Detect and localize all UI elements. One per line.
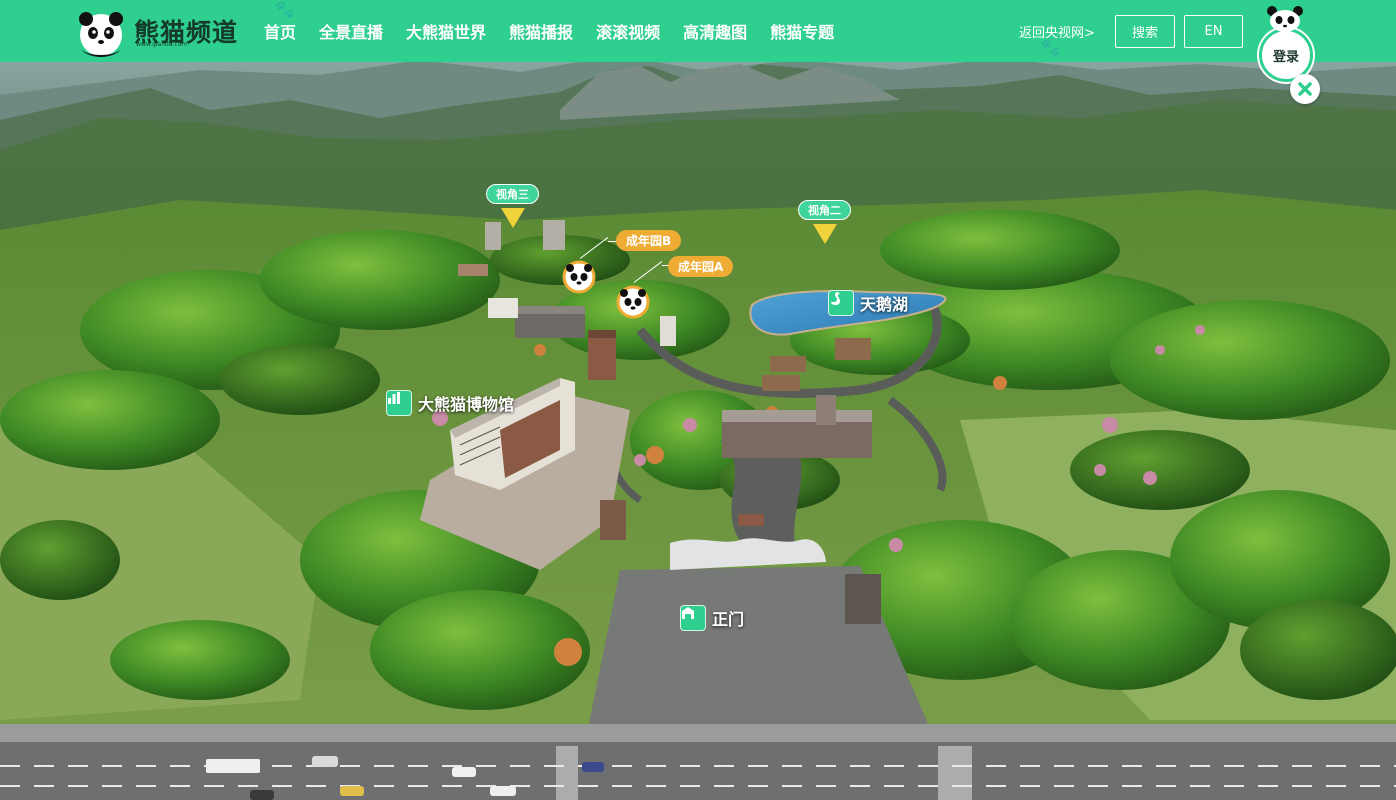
login-label: 登录 — [1272, 49, 1299, 65]
garden-marker-a[interactable]: 成年园A — [614, 254, 754, 324]
nav-videos[interactable]: 滚滚视频 — [596, 19, 660, 43]
top-header: 熊猫频道 www.ipanda.com 🐾 🐾 首页 全景直播 大熊猫世界 熊猫… — [0, 0, 1396, 62]
panda-face-icon — [616, 285, 650, 319]
spot-label-text: 天鹅湖 — [860, 295, 909, 314]
close-icon — [1298, 82, 1312, 96]
spot-main-gate[interactable]: 正门 — [680, 605, 744, 631]
nav-panda-news[interactable]: 熊猫播报 — [509, 19, 573, 43]
spot-label-text: 大熊猫博物馆 — [418, 395, 515, 414]
return-cctv-link[interactable]: 返回央视网> — [1019, 22, 1095, 41]
login-widget: 登录 — [1257, 4, 1320, 104]
paw-print-icon: 🐾 — [1040, 38, 1062, 58]
language-en-button[interactable]: EN — [1184, 15, 1243, 48]
search-button[interactable]: 搜索 — [1115, 15, 1175, 48]
panda-logo-icon — [79, 12, 123, 57]
view-marker-arrow-icon — [500, 208, 525, 228]
view-marker-label: 视角二 — [798, 200, 851, 220]
logo-url: www.ipanda.com — [136, 41, 188, 48]
panda-mascot-icon — [1267, 6, 1303, 32]
spot-panda-museum[interactable]: 大熊猫博物馆 — [386, 390, 514, 416]
aerial-park-map — [0, 0, 1396, 800]
main-nav: 首页 全景直播 大熊猫世界 熊猫播报 滚滚视频 高清趣图 熊猫专题 — [264, 0, 857, 62]
close-button[interactable] — [1290, 74, 1320, 104]
gate-icon — [680, 605, 706, 631]
view-marker-3[interactable]: 视角三 — [486, 184, 539, 228]
garden-label: 成年园A — [668, 256, 734, 277]
nav-panorama-live[interactable]: 全景直播 — [319, 19, 383, 43]
view-marker-label: 视角三 — [486, 184, 539, 204]
nav-home[interactable]: 首页 — [264, 19, 296, 43]
panorama-scene[interactable]: 视角三 视角二 成年园B 成年园A 天鹅湖 大熊猫博物馆 正门 — [0, 0, 1396, 800]
spot-label-text: 正门 — [712, 610, 745, 629]
swan-icon — [828, 290, 854, 316]
nav-hd-photos[interactable]: 高清趣图 — [683, 19, 747, 43]
panda-face-icon — [562, 260, 596, 294]
garden-label: 成年园B — [616, 230, 682, 251]
view-marker-arrow-icon — [812, 224, 837, 244]
nav-panda-world[interactable]: 大熊猫世界 — [406, 19, 486, 43]
ipanda-logo[interactable]: 熊猫频道 www.ipanda.com — [77, 9, 247, 57]
spot-swan-lake[interactable]: 天鹅湖 — [828, 290, 908, 316]
view-marker-2[interactable]: 视角二 — [798, 200, 851, 244]
museum-icon — [386, 390, 412, 416]
nav-panda-topics[interactable]: 熊猫专题 — [770, 19, 834, 43]
